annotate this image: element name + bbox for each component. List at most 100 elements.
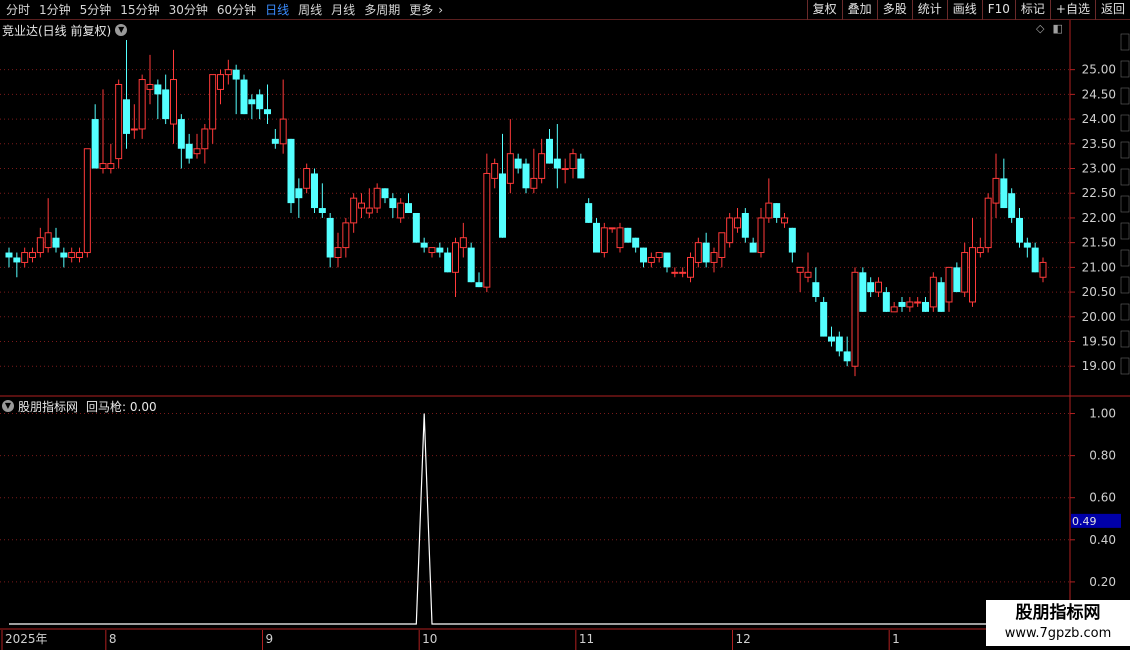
y-tick-label: 20.50 bbox=[1082, 285, 1116, 299]
candle-body bbox=[655, 252, 663, 258]
chart-tools: ◇ ◧ bbox=[1036, 22, 1063, 35]
candle-body bbox=[334, 247, 342, 258]
side-panel-glyph bbox=[1120, 357, 1130, 375]
candle-body bbox=[311, 173, 318, 209]
candle-body bbox=[224, 69, 232, 76]
y-tick-label: 25.00 bbox=[1082, 63, 1116, 77]
candle-body bbox=[499, 173, 506, 238]
side-panel-glyph bbox=[1120, 87, 1130, 105]
watermark-title: 股朋指标网 bbox=[1015, 603, 1101, 623]
date-label: 12 bbox=[736, 632, 751, 646]
candle-body bbox=[123, 99, 130, 134]
candle-body bbox=[875, 281, 882, 293]
chevron-down-icon[interactable]: ▼ bbox=[2, 400, 14, 412]
candle-body bbox=[906, 301, 914, 308]
candle-body bbox=[271, 138, 279, 144]
candle-body bbox=[710, 252, 718, 263]
candle-body bbox=[60, 252, 68, 258]
candle-body bbox=[146, 83, 154, 90]
candle-body bbox=[835, 336, 843, 352]
action-buttons: 复权 叠加 多股 统计 画线 F10 标记 +自选 返回 bbox=[806, 0, 1130, 20]
candle-body bbox=[624, 227, 632, 243]
candle-body bbox=[828, 336, 835, 342]
candle-body bbox=[679, 271, 687, 274]
window-icon[interactable]: ◧ bbox=[1052, 22, 1062, 35]
chart-title-bar: 竞业达(日线 前复权) ▼ bbox=[2, 22, 128, 38]
candle-body bbox=[350, 197, 358, 224]
candle-body bbox=[381, 188, 389, 199]
period-tab-4[interactable]: 30分钟 bbox=[165, 0, 213, 20]
period-tab-7[interactable]: 周线 bbox=[294, 0, 327, 20]
candle-body bbox=[600, 227, 608, 254]
candle-body bbox=[217, 74, 224, 90]
toolbar-button-6[interactable]: 标记 bbox=[1014, 0, 1050, 20]
candle-body bbox=[13, 257, 21, 263]
candle-body bbox=[201, 128, 209, 150]
candle-body bbox=[295, 188, 303, 199]
candle-body bbox=[749, 242, 757, 253]
candle-body bbox=[193, 148, 201, 155]
toolbar-button-8[interactable]: 返回 bbox=[1094, 0, 1130, 20]
date-label: 9 bbox=[266, 632, 274, 646]
candle-body bbox=[185, 143, 193, 159]
candle-body bbox=[279, 118, 287, 145]
stock-title: 竞业达(日线 前复权) bbox=[2, 23, 112, 38]
toolbar-button-4[interactable]: 画线 bbox=[946, 0, 982, 20]
toolbar-button-7[interactable]: +自选 bbox=[1049, 0, 1095, 20]
side-panel-glyph bbox=[1120, 141, 1130, 159]
candle-body bbox=[608, 227, 616, 230]
candle-body bbox=[452, 242, 459, 273]
y-tick-label: 22.00 bbox=[1082, 211, 1116, 225]
toolbar-button-1[interactable]: 叠加 bbox=[841, 0, 877, 20]
candle-body bbox=[553, 158, 561, 169]
candle-body bbox=[843, 351, 851, 362]
period-tab-5[interactable]: 60分钟 bbox=[213, 0, 261, 20]
toolbar-button-5[interactable]: F10 bbox=[981, 0, 1015, 20]
toolbar-button-2[interactable]: 多股 bbox=[876, 0, 912, 20]
candle-body bbox=[773, 203, 781, 218]
period-tab-6[interactable]: 日线 bbox=[261, 0, 294, 20]
candle-body bbox=[734, 217, 741, 229]
period-tab-9[interactable]: 多周期 bbox=[360, 0, 405, 20]
candle-body bbox=[412, 213, 420, 243]
candle-body bbox=[444, 252, 452, 273]
period-tab-10[interactable]: 更多 bbox=[405, 0, 438, 20]
candle-body bbox=[170, 79, 177, 125]
date-label: 2025年 bbox=[5, 632, 48, 646]
side-panel-glyph bbox=[1120, 60, 1130, 78]
diamond-icon[interactable]: ◇ bbox=[1036, 22, 1044, 35]
period-tab-0[interactable]: 分时 bbox=[2, 0, 35, 20]
watermark-url: www.7gpzb.com bbox=[1004, 626, 1112, 641]
candle-body bbox=[29, 252, 36, 258]
candle-body bbox=[397, 202, 405, 219]
kline-chart[interactable]: 25.00 24.50 24.00 23.50 23.00 22.50 22.00 21.50… bbox=[0, 20, 1130, 630]
candle-body bbox=[851, 271, 859, 367]
period-tab-8[interactable]: 月线 bbox=[327, 0, 360, 20]
y-tick-label: 22.50 bbox=[1082, 186, 1116, 200]
period-toolbar: 分时 1分钟 5分钟 15分钟 30分钟 60分钟 日线 周线 月线 多周期 更多 › 复权 叠加 多股统… bbox=[0, 0, 1130, 20]
candle-body bbox=[922, 301, 929, 312]
candle-body bbox=[21, 252, 29, 263]
candle-body bbox=[812, 282, 820, 298]
candle-body bbox=[99, 163, 107, 170]
period-tab-3[interactable]: 15分钟 bbox=[116, 0, 164, 20]
candle-body bbox=[640, 247, 647, 263]
candle-body bbox=[232, 69, 240, 80]
candle-body bbox=[44, 232, 52, 249]
candle-body bbox=[796, 266, 804, 273]
candle-body bbox=[992, 177, 1000, 204]
period-tab-2[interactable]: 5分钟 bbox=[76, 0, 117, 20]
y-tick-label: 23.50 bbox=[1082, 137, 1116, 151]
candle-body bbox=[248, 99, 256, 105]
candle-body bbox=[718, 232, 726, 258]
y-tick-label: 21.50 bbox=[1082, 236, 1116, 250]
period-tab-1[interactable]: 1分钟 bbox=[35, 0, 76, 20]
toolbar-button-0[interactable]: 复权 bbox=[806, 0, 842, 20]
candle-body bbox=[538, 153, 546, 179]
chevron-down-icon[interactable]: ▼ bbox=[115, 24, 128, 36]
toolbar-button-3[interactable]: 统计 bbox=[911, 0, 947, 20]
candle-body bbox=[342, 222, 350, 249]
chevron-right-icon[interactable]: › bbox=[438, 0, 448, 20]
candle-body bbox=[859, 272, 867, 312]
indicator-tick-label: 0.40 bbox=[1089, 533, 1116, 547]
